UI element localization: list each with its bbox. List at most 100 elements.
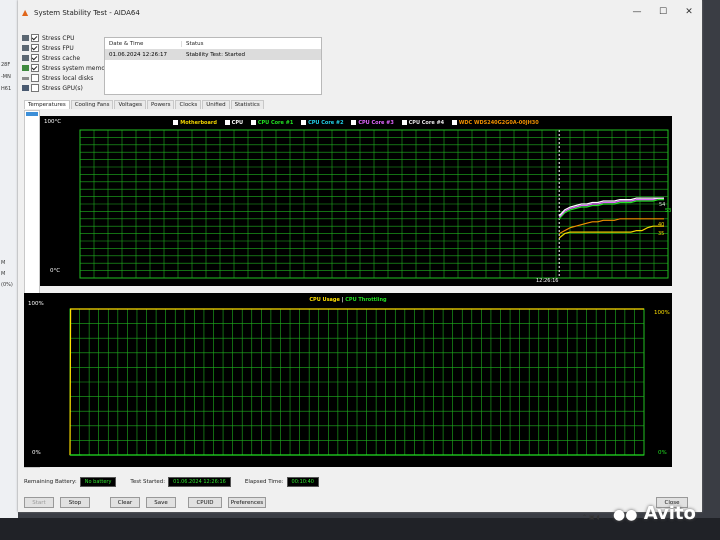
stress-option[interactable]: Stress local disks xyxy=(22,73,111,83)
legend-label: CPU Core #3 xyxy=(358,120,394,126)
battery-label: Remaining Battery: xyxy=(24,479,77,485)
disk-icon xyxy=(22,76,29,80)
test-info-bar: Remaining Battery: No battery Test Start… xyxy=(24,476,333,488)
legend-checkbox[interactable] xyxy=(401,120,407,125)
test-started-label: Test Started: xyxy=(130,479,166,485)
stop-button[interactable]: Stop xyxy=(60,497,90,508)
column-header[interactable]: Status xyxy=(182,41,204,47)
avito-watermark-text: Avito xyxy=(643,503,696,524)
temperature-plot xyxy=(79,129,669,279)
table-cell: 01.06.2024 12:26:17 xyxy=(105,52,182,58)
stress-option-label: Stress GPU(s) xyxy=(42,84,83,92)
value-label: 35 xyxy=(658,231,665,237)
legend-item[interactable]: CPU Core #2 xyxy=(301,120,344,126)
y-axis-min-label: 0°C xyxy=(50,268,61,274)
checkbox[interactable] xyxy=(31,54,39,62)
start-button[interactable]: Start xyxy=(24,497,54,508)
stress-option[interactable]: Stress FPU xyxy=(22,43,111,53)
legend-item[interactable]: CPU xyxy=(224,120,244,126)
stress-option-label: Stress system memory xyxy=(42,64,112,72)
tab-cooling-fans[interactable]: Cooling Fans xyxy=(70,100,114,109)
stress-option[interactable]: Stress GPU(s) xyxy=(22,83,111,93)
legend-label: CPU Core #2 xyxy=(308,120,344,126)
status-table: Date & Time Status 01.06.2024 12:26:17 S… xyxy=(104,37,322,95)
legend-label: CPU Core #4 xyxy=(408,120,445,126)
chevron-up-icon[interactable]: ⌃ xyxy=(582,514,587,521)
tab-statistics[interactable]: Statistics xyxy=(230,100,264,109)
temp-series-motherboard xyxy=(558,225,664,239)
usage-value-min: 0% xyxy=(658,450,667,456)
temperature-chart: Motherboard CPU CPU Core #1 CPU Core #2 … xyxy=(40,116,672,286)
clear-button[interactable]: Clear xyxy=(110,497,140,508)
checkbox[interactable] xyxy=(31,34,39,42)
tray-icons: ⌃ ▣ ◖ xyxy=(582,514,600,521)
column-header[interactable]: Date & Time xyxy=(105,40,182,47)
title-bar[interactable]: ▲ System Stability Test - AIDA64 — ☐ ✕ xyxy=(18,4,702,22)
cpu-usage-chart: CPU Usage | CPU Throttling 100% 0% 100% … xyxy=(24,293,672,467)
stress-option-label: Stress cache xyxy=(42,54,81,62)
legend-item[interactable]: WDC WDS240G2G0A-00JH30 xyxy=(451,120,539,126)
minimize-button[interactable]: — xyxy=(630,7,644,17)
preferences-button[interactable]: Preferences xyxy=(228,497,266,508)
maximize-button[interactable]: ☐ xyxy=(656,7,670,17)
desktop-text: M xyxy=(1,260,6,266)
legend-checkbox[interactable] xyxy=(250,120,256,125)
tab-clocks[interactable]: Clocks xyxy=(175,100,202,109)
elapsed-time-label: Elapsed Time: xyxy=(244,479,284,485)
legend-checkbox[interactable] xyxy=(351,120,357,125)
checkbox[interactable] xyxy=(31,44,39,52)
time-marker-label: 12:26:16 xyxy=(536,278,559,284)
aida64-stability-window: ▲ System Stability Test - AIDA64 — ☐ ✕ S… xyxy=(18,0,702,512)
tab-bar: Temperatures Cooling Fans Voltages Power… xyxy=(24,100,265,109)
fpu-icon xyxy=(22,45,29,51)
legend-checkbox[interactable] xyxy=(301,120,307,125)
legend-label: CPU Usage xyxy=(309,297,340,303)
legend-label: CPU Throttling xyxy=(345,297,387,303)
legend-label: Motherboard xyxy=(180,120,217,126)
elapsed-time-value: 00:10:40 xyxy=(286,477,319,487)
stress-option-label: Stress CPU xyxy=(42,34,75,42)
cache-icon xyxy=(22,55,29,61)
network-icon[interactable]: ▣ xyxy=(589,514,595,521)
cpu-icon xyxy=(22,35,29,41)
legend-checkbox[interactable] xyxy=(173,120,179,125)
test-started-value: 01.06.2024 12:26:16 xyxy=(168,477,231,487)
desktop-text: M xyxy=(1,271,6,277)
y-axis-max-label: 100% xyxy=(28,301,44,307)
aida64-flame-icon: ▲ xyxy=(22,8,29,17)
tab-powers[interactable]: Powers xyxy=(146,100,175,109)
usage-legend: CPU Usage | CPU Throttling xyxy=(24,297,672,303)
legend-checkbox[interactable] xyxy=(451,120,457,125)
checkbox[interactable] xyxy=(31,64,39,72)
tab-temperatures[interactable]: Temperatures xyxy=(24,100,70,109)
legend-label: CPU Core #1 xyxy=(257,120,294,126)
stress-option[interactable]: Stress system memory xyxy=(22,63,111,73)
tab-unified[interactable]: Unified xyxy=(202,100,230,109)
legend-label: CPU xyxy=(231,120,244,126)
volume-icon[interactable]: ◖ xyxy=(597,514,600,521)
cpu-usage-plot xyxy=(69,308,645,456)
tab-voltages[interactable]: Voltages xyxy=(114,100,146,109)
checkbox[interactable] xyxy=(31,84,39,92)
window-title: System Stability Test - AIDA64 xyxy=(34,9,140,17)
avito-watermark: ●● Avito xyxy=(613,503,696,524)
close-window-button[interactable]: ✕ xyxy=(682,7,696,17)
y-axis-min-label: 0% xyxy=(32,450,41,456)
y-axis-max-label: 100°C xyxy=(44,119,62,125)
stress-option[interactable]: Stress CPU xyxy=(22,33,111,43)
desktop-text: H61 xyxy=(1,86,12,92)
temperature-legend: Motherboard CPU CPU Core #1 CPU Core #2 … xyxy=(40,120,672,126)
stress-options: Stress CPU Stress FPU Stress cache Stres… xyxy=(22,33,111,93)
stress-option[interactable]: Stress cache xyxy=(22,53,111,63)
legend-separator: | xyxy=(341,297,344,303)
legend-item[interactable]: Motherboard xyxy=(173,120,217,126)
legend-item[interactable]: CPU Core #3 xyxy=(351,120,394,126)
legend-item[interactable]: CPU Core #4 xyxy=(401,120,445,126)
save-button[interactable]: Save xyxy=(146,497,176,508)
cpuid-button[interactable]: CPUID xyxy=(188,497,222,508)
checkbox[interactable] xyxy=(31,74,39,82)
legend-item[interactable]: CPU Core #1 xyxy=(250,120,294,126)
legend-checkbox[interactable] xyxy=(224,120,230,125)
table-row[interactable]: 01.06.2024 12:26:17 Stability Test: Star… xyxy=(105,50,321,60)
button-row: Start Stop Clear Save CPUID Preferences xyxy=(24,497,272,508)
